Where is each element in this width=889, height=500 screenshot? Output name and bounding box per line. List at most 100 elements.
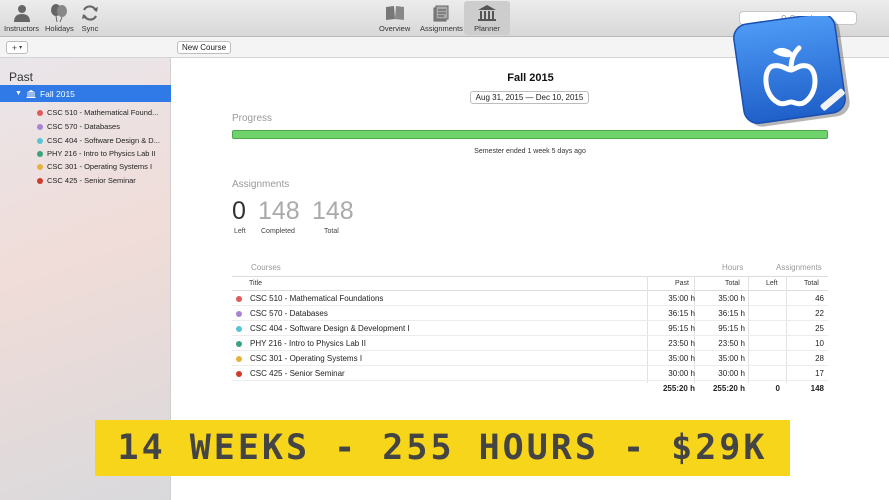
total-past-hours: 255:20 h bbox=[662, 384, 695, 393]
sidebar-course-label: PHY 216 - Intro to Physics Lab II bbox=[47, 149, 156, 158]
new-course-button[interactable]: New Course bbox=[177, 41, 232, 54]
sidebar-header-past: Past bbox=[9, 70, 34, 84]
balloons-icon bbox=[51, 4, 68, 23]
course-color-dot bbox=[236, 326, 242, 332]
assignments-total-cell: 25 bbox=[815, 324, 824, 333]
sync-button[interactable]: Sync bbox=[80, 3, 100, 33]
course-color-dot bbox=[236, 341, 242, 347]
table-row[interactable]: PHY 216 - Intro to Physics Lab II 23:50 … bbox=[232, 336, 828, 351]
promo-banner-text: 14 WEEKS - 255 HOURS - $29K bbox=[117, 428, 768, 468]
sidebar-course-label: CSC 404 - Software Design & D... bbox=[47, 136, 160, 145]
left-label: Left bbox=[234, 228, 246, 235]
sidebar-course-label: CSC 425 - Senior Seminar bbox=[47, 176, 136, 185]
column-header-title[interactable]: Title bbox=[249, 280, 262, 287]
assignments-left-count: 0 bbox=[232, 197, 246, 225]
plus-icon: + bbox=[11, 42, 18, 53]
assignments-total-cell: 10 bbox=[815, 339, 824, 348]
course-color-dot bbox=[236, 311, 242, 317]
sidebar-item-fall-2015[interactable]: ▼ Fall 2015 bbox=[0, 85, 171, 102]
past-hours-cell: 30:00 h bbox=[668, 369, 695, 378]
assignments-total-cell: 46 bbox=[815, 294, 824, 303]
column-header-left[interactable]: Left bbox=[766, 280, 778, 287]
overview-tab[interactable]: Overview bbox=[379, 3, 410, 33]
assignments-tab[interactable]: Assignments bbox=[420, 3, 463, 33]
total-hours: 255:20 h bbox=[712, 384, 745, 393]
column-header-assignments-total[interactable]: Total bbox=[804, 280, 819, 287]
total-hours-cell: 23:50 h bbox=[718, 339, 745, 348]
course-color-dot bbox=[37, 137, 43, 144]
past-hours-cell: 95:15 h bbox=[668, 324, 695, 333]
sidebar-course-item[interactable]: CSC 570 - Databases bbox=[37, 122, 120, 131]
course-title-cell: CSC 570 - Databases bbox=[250, 309, 328, 318]
courses-group-label: Courses bbox=[251, 263, 281, 272]
table-row[interactable]: CSC 301 - Operating Systems I 35:00 h 35… bbox=[232, 351, 828, 366]
holidays-button[interactable]: Holidays bbox=[45, 3, 74, 33]
course-color-dot bbox=[37, 150, 43, 157]
instructors-label: Instructors bbox=[4, 24, 40, 33]
table-totals-row: 255:20 h 255:20 h 0 148 bbox=[232, 381, 828, 396]
total-assignments: 148 bbox=[810, 384, 824, 393]
assignments-icon bbox=[433, 5, 449, 22]
course-color-dot bbox=[37, 123, 43, 130]
past-hours-cell: 36:15 h bbox=[668, 309, 695, 318]
assignments-heading: Assignments bbox=[232, 179, 290, 190]
assignments-label: Assignments bbox=[420, 24, 463, 33]
instructors-button[interactable]: Instructors bbox=[4, 3, 39, 33]
past-hours-cell: 35:00 h bbox=[668, 294, 695, 303]
assignments-completed-count: 148 bbox=[258, 197, 300, 225]
total-hours-cell: 36:15 h bbox=[718, 309, 745, 318]
chevron-down-icon: ▾ bbox=[19, 45, 23, 51]
planner-label: Planner bbox=[474, 24, 500, 33]
term-date-range-button[interactable]: Aug 31, 2015 — Dec 10, 2015 bbox=[470, 91, 589, 104]
add-menu-button[interactable]: + ▾ bbox=[6, 41, 28, 54]
table-row[interactable]: CSC 510 - Mathematical Foundations 35:00… bbox=[232, 291, 828, 306]
course-title-cell: CSC 425 - Senior Seminar bbox=[250, 369, 345, 378]
sidebar-course-label: CSC 301 - Operating Systems I bbox=[47, 162, 153, 171]
sidebar-course-label: CSC 570 - Databases bbox=[47, 122, 120, 131]
holidays-label: Holidays bbox=[45, 24, 74, 33]
sidebar-course-label: CSC 510 - Mathematical Found... bbox=[47, 108, 159, 117]
assignments-group-label: Assignments bbox=[776, 263, 822, 272]
total-hours-cell: 35:00 h bbox=[718, 354, 745, 363]
table-row[interactable]: CSC 425 - Senior Seminar 30:00 h 30:00 h… bbox=[232, 366, 828, 381]
overview-label: Overview bbox=[379, 24, 411, 33]
sidebar-course-item[interactable]: PHY 216 - Intro to Physics Lab II bbox=[37, 149, 156, 158]
assignments-total-cell: 28 bbox=[815, 354, 824, 363]
assignments-total-count: 148 bbox=[312, 197, 354, 225]
course-title-cell: CSC 404 - Software Design & Development … bbox=[250, 324, 410, 333]
university-icon bbox=[26, 89, 36, 98]
assignments-total-cell: 22 bbox=[815, 309, 824, 318]
sidebar-course-item[interactable]: CSC 301 - Operating Systems I bbox=[37, 162, 152, 171]
hours-group-label: Hours bbox=[722, 263, 744, 272]
sidebar-course-item[interactable]: CSC 425 - Senior Seminar bbox=[37, 176, 136, 185]
column-header-past[interactable]: Past bbox=[675, 280, 689, 287]
completed-label: Completed bbox=[261, 228, 295, 235]
total-hours-cell: 35:00 h bbox=[718, 294, 745, 303]
sidebar-term-label: Fall 2015 bbox=[39, 88, 75, 99]
column-header-hours-total[interactable]: Total bbox=[725, 280, 740, 287]
course-color-dot bbox=[37, 163, 43, 170]
promo-banner: 14 WEEKS - 255 HOURS - $29K bbox=[95, 420, 790, 476]
university-icon bbox=[478, 5, 496, 21]
course-title-cell: CSC 301 - Operating Systems I bbox=[250, 354, 363, 363]
sidebar-course-item[interactable]: CSC 510 - Mathematical Found... bbox=[37, 108, 158, 117]
course-title-cell: PHY 216 - Intro to Physics Lab II bbox=[250, 339, 366, 348]
course-color-dot bbox=[236, 356, 242, 362]
table-row[interactable]: CSC 570 - Databases 36:15 h 36:15 h 22 bbox=[232, 306, 828, 321]
sync-label: Sync bbox=[81, 24, 99, 33]
course-color-dot bbox=[37, 177, 43, 184]
person-icon bbox=[13, 5, 30, 22]
app-logo-icon bbox=[733, 16, 850, 127]
course-title-cell: CSC 510 - Mathematical Foundations bbox=[250, 294, 384, 303]
sidebar-course-item[interactable]: CSC 404 - Software Design & D... bbox=[37, 136, 160, 145]
table-row[interactable]: CSC 404 - Software Design & Development … bbox=[232, 321, 828, 336]
disclosure-triangle-icon[interactable]: ▼ bbox=[15, 90, 22, 97]
book-icon bbox=[385, 6, 404, 20]
past-hours-cell: 35:00 h bbox=[668, 354, 695, 363]
total-label: Total bbox=[324, 228, 339, 235]
course-color-dot bbox=[236, 296, 242, 302]
course-color-dot bbox=[236, 371, 242, 377]
course-color-dot bbox=[37, 109, 43, 116]
total-hours-cell: 30:00 h bbox=[718, 369, 745, 378]
planner-tab[interactable]: Planner bbox=[464, 1, 510, 35]
